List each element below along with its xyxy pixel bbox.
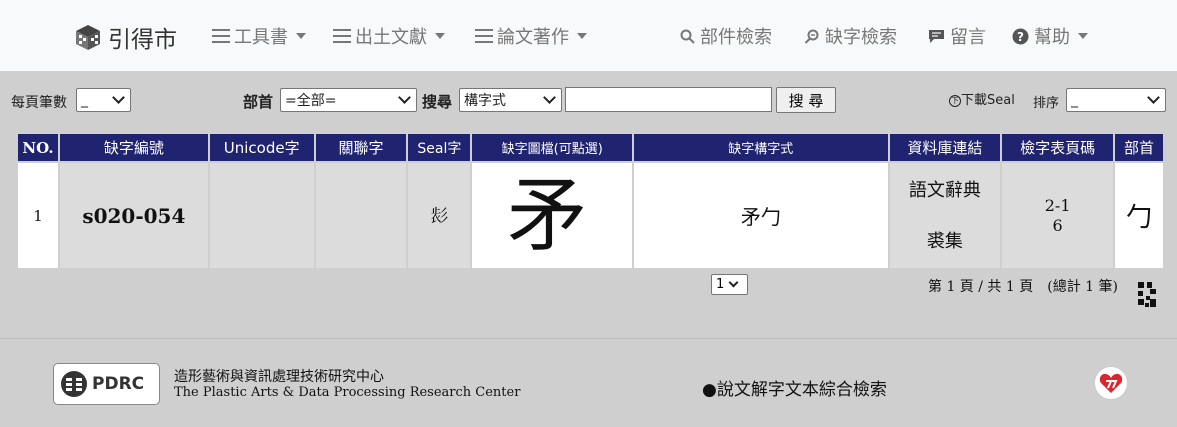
nav-excavated-label: 出土文獻 [355,27,427,48]
nav-help-dropdown[interactable]: ? 幫助 [1012,23,1088,49]
nav-dropdown-excavated[interactable]: 出土文獻 [333,23,445,49]
nav-dropdown-papers[interactable]: 論文著作 [475,23,587,49]
menu-icon [212,29,230,43]
cell-related [313,161,409,270]
image-glyph: 矛 [507,169,588,262]
nav-missing-char-search[interactable]: 缺字檢索 [804,23,897,49]
heart-badge-icon [1099,373,1123,393]
nav-papers-label: 論文著作 [497,27,569,48]
page-info: 第 1 頁 / 共 1 頁 (總計 1 筆) [928,279,1118,295]
cell-composition: 矛勹 [632,161,890,270]
org-name-en: The Plastic Arts & Data Processing Resea… [174,385,521,400]
page-select[interactable]: 1 [711,274,748,295]
per-page-label: 每頁筆數 [11,95,67,111]
search-toolbar: 每頁筆數 _ 部首 =全部= 搜尋 構字式 搜 尋 下下載Seal 排序 _ [0,86,1177,116]
nav-missing-char-label: 缺字檢索 [825,27,897,48]
caret-down-icon [296,33,306,39]
accessibility-badge-icon[interactable] [1094,366,1128,400]
nav-tools-label: 工具書 [234,27,288,48]
caret-down-icon [435,33,445,39]
footer-divider [0,338,1177,339]
seal-glyph: 𢒕 [430,205,449,227]
cell-radical: 勹 [1112,161,1166,270]
shuowen-search-link[interactable]: ●說文解字文本綜合檢索 [702,375,887,400]
chevron-down-icon [543,91,556,104]
comment-icon [929,29,944,43]
col-header-related: 關聯字 [313,132,409,163]
col-header-page: 檢字表頁碼 [1000,132,1115,163]
results-table: NO. 缺字編號 Unicode字 關聯字 Seal字 缺字圖檔(可點選) 缺字… [16,132,1166,270]
cube-logo-icon [76,25,100,50]
nav-message[interactable]: 留言 [928,23,986,49]
question-circle-icon: ? [1012,28,1029,44]
col-header-seal: Seal字 [406,132,473,163]
page-line-1: 2-1 [1044,195,1071,215]
cell-page: 2-1 6 [1000,161,1115,270]
circled-download-icon: 下 [949,95,961,107]
brand-title: 引得市 [108,27,177,53]
nav-component-search[interactable]: 部件檢索 [680,23,772,49]
sort-value: _ [1071,92,1078,108]
caret-down-icon [1078,33,1088,39]
col-header-composition: 缺字構字式 [632,132,890,163]
col-header-image: 缺字圖檔(可點選) [470,132,635,163]
per-page-select[interactable]: _ [76,88,131,112]
nav-help-label: 幫助 [1034,27,1070,48]
menu-icon [333,29,351,43]
svg-text:?: ? [1017,30,1024,44]
db-link-dictionary[interactable]: 語文辭典 [890,178,1001,203]
pdrc-logo-text: PDRC [92,374,145,394]
zoom-out-icon [804,29,819,44]
qr-code-icon[interactable] [1138,282,1156,308]
table-row: 1 s020-054 𢒕 矛 矛勹 語文辭典 裘集 2-1 6 勹 [16,161,1166,270]
download-seal-link[interactable]: 下下載Seal [949,89,1015,108]
col-header-unicode: Unicode字 [207,132,316,163]
cell-image[interactable]: 矛 [470,161,635,270]
sort-select[interactable]: _ [1066,88,1166,112]
search-icon [680,29,695,44]
menu-icon [475,29,493,43]
radical-value: =全部= [285,93,337,109]
cell-seal: 𢒕 [406,161,473,270]
table-header-row: NO. 缺字編號 Unicode字 關聯字 Seal字 缺字圖檔(可點選) 缺字… [16,132,1166,163]
per-page-value: _ [81,92,88,108]
top-navbar: 引得市 工具書 出土文獻 論文著作 部件檢索 缺字檢索 留言 ? 幫助 [0,0,1177,71]
db-link-qiu[interactable]: 裘集 [890,229,1001,254]
chevron-down-icon [398,91,411,104]
radical-select[interactable]: =全部= [280,88,417,112]
missing-char-image[interactable]: 矛 [507,168,597,263]
page-select-value: 1 [716,277,725,292]
chevron-down-icon [1147,91,1160,104]
col-header-no: NO. [16,132,60,163]
col-header-db-link: 資料庫連結 [887,132,1003,163]
col-header-radical: 部首 [1112,132,1166,163]
search-type-label: 搜尋 [422,93,453,111]
chevron-down-icon [728,277,739,288]
nav-message-label: 留言 [950,27,986,48]
search-button[interactable]: 搜 尋 [776,87,836,113]
pdrc-emblem-icon [61,371,87,397]
nav-component-search-label: 部件檢索 [700,27,772,48]
sort-label: 排序 [1033,96,1060,111]
cell-code: s020-054 [57,161,210,270]
cell-db-links: 語文辭典 裘集 [887,161,1003,270]
page-line-2: 6 [1052,215,1063,235]
search-type-value: 構字式 [464,93,506,109]
brand-link[interactable]: 引得市 [74,20,177,54]
radical-label: 部首 [243,93,274,111]
col-header-code: 缺字編號 [57,132,210,163]
caret-down-icon [577,33,587,39]
chevron-down-icon [112,91,125,104]
org-name-zh: 造形藝術與資訊處理技術研究中心 [174,369,384,385]
cell-unicode [207,161,316,270]
nav-dropdown-tools[interactable]: 工具書 [212,23,306,49]
download-seal-label: 下載Seal [961,93,1015,108]
cell-no: 1 [16,161,60,270]
search-type-select[interactable]: 構字式 [459,88,562,112]
pdrc-logo[interactable]: PDRC [53,363,160,405]
search-input[interactable] [565,87,772,112]
